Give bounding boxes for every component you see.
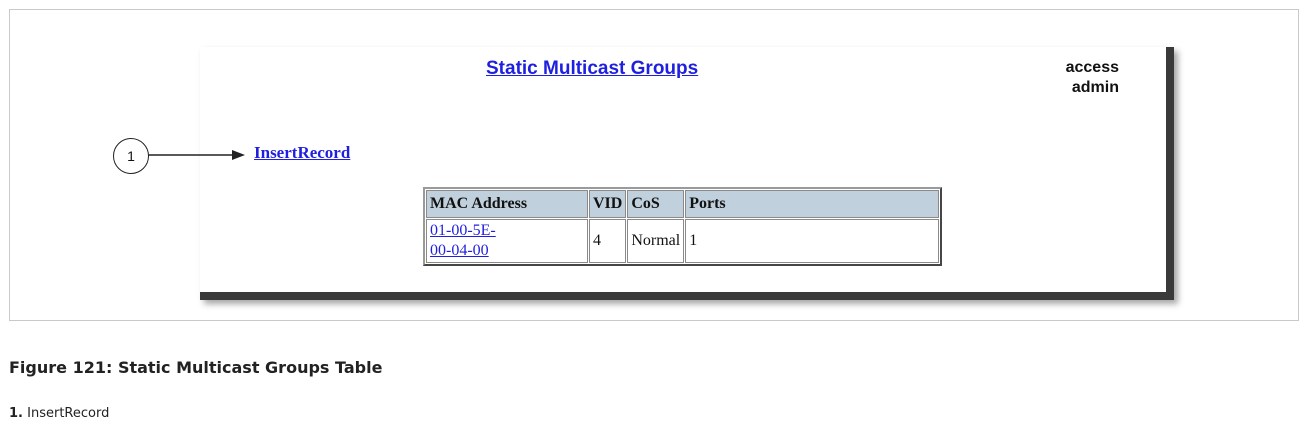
table-row: 01-00-5E- 00-04-00 4 Normal 1 (426, 219, 940, 263)
callout-number: 1 (127, 148, 135, 164)
table-header-row: MAC Address VID CoS Ports (426, 190, 940, 218)
cell-cos: Normal (627, 219, 685, 263)
cell-mac: 01-00-5E- 00-04-00 (426, 219, 588, 263)
figure-footnote: 1. InsertRecord (9, 406, 109, 421)
cell-ports: 1 (685, 219, 940, 263)
callout-marker: 1 (113, 138, 149, 174)
cell-vid: 4 (589, 219, 627, 263)
mac-address-link[interactable]: 01-00-5E- 00-04-00 (430, 222, 496, 259)
column-header-mac: MAC Address (426, 190, 588, 218)
access-label: access (1065, 59, 1119, 76)
footnote-number: 1. (9, 406, 23, 421)
column-header-ports: Ports (685, 190, 940, 218)
footnote-text: InsertRecord (27, 406, 110, 421)
access-user: admin (1071, 79, 1119, 96)
callout-arrow-icon (148, 150, 245, 160)
insert-record-link[interactable]: InsertRecord (254, 143, 350, 163)
column-header-vid: VID (589, 190, 627, 218)
column-header-cos: CoS (627, 190, 685, 218)
mac-line-2: 00-04-00 (430, 242, 489, 259)
figure-caption: Figure 121: Static Multicast Groups Tabl… (9, 358, 383, 377)
page-title-link[interactable]: Static Multicast Groups (486, 58, 698, 80)
mac-line-1: 01-00-5E- (430, 222, 496, 239)
static-multicast-groups-table: MAC Address VID CoS Ports 01-00-5E- 00-0… (423, 187, 943, 266)
access-info: access admin (1066, 58, 1119, 98)
